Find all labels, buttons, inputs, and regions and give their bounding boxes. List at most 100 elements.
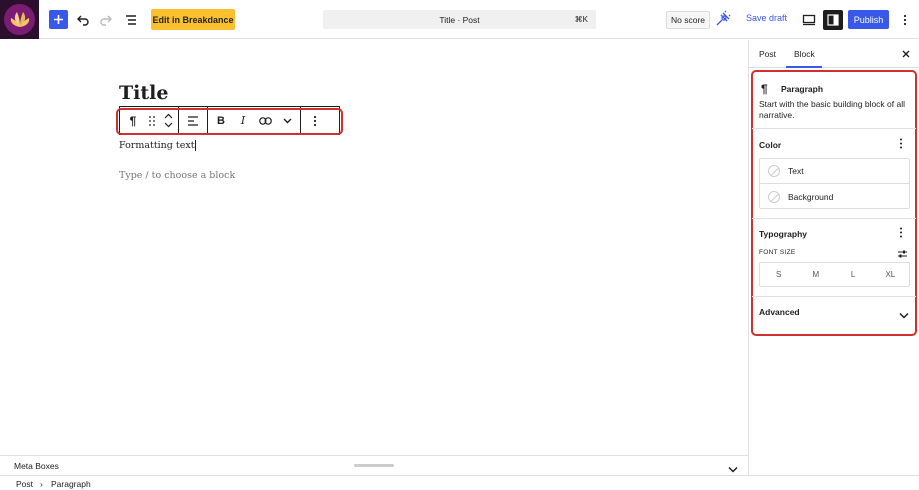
move-block-buttons[interactable]	[160, 107, 176, 134]
pilcrow-icon: ¶	[761, 82, 768, 96]
font-size-s[interactable]: S	[760, 263, 797, 286]
divider	[752, 218, 916, 219]
typography-panel-title[interactable]: Typography	[759, 229, 807, 239]
drag-handle-icon	[149, 115, 155, 126]
command-palette-button[interactable]: Title · Post ⌘K	[323, 10, 596, 29]
paragraph-block[interactable]: Formatting text	[119, 140, 196, 151]
toolbar-group-align	[179, 107, 208, 134]
redo-icon	[100, 15, 112, 26]
redo-button[interactable]	[95, 9, 117, 31]
options-menu-button[interactable]	[897, 11, 913, 29]
advanced-toggle[interactable]	[899, 306, 909, 324]
font-size-xl[interactable]: XL	[872, 263, 909, 286]
drag-handle[interactable]	[144, 107, 160, 134]
kebab-icon	[900, 138, 902, 149]
block-toolbar: ¶ B I	[119, 106, 340, 135]
background-color-button[interactable]: Background	[760, 184, 909, 209]
sidebar-tabs: Post Block	[749, 40, 919, 68]
text-caret	[194, 140, 196, 151]
font-size-l[interactable]: L	[835, 263, 872, 286]
block-appender[interactable]: Type / to choose a block	[119, 170, 235, 181]
divider	[752, 296, 916, 297]
align-button[interactable]	[181, 107, 205, 134]
tab-post[interactable]: Post	[759, 49, 776, 59]
close-icon	[902, 50, 910, 58]
chevron-down-icon[interactable]	[164, 122, 173, 128]
sidebar-icon	[827, 14, 839, 26]
undo-icon	[77, 15, 89, 26]
editor-canvas	[0, 40, 748, 455]
breadcrumb-item-post[interactable]: Post	[16, 479, 33, 489]
list-view-icon	[126, 15, 136, 25]
block-options-button[interactable]	[303, 107, 327, 134]
link-button[interactable]	[254, 107, 276, 134]
block-type-button[interactable]: ¶	[122, 107, 144, 134]
link-icon	[258, 116, 272, 125]
logo-badge	[4, 4, 35, 35]
align-left-icon	[188, 115, 198, 126]
typography-options-button[interactable]	[899, 227, 903, 241]
block-description: Start with the basic building block of a…	[759, 99, 905, 120]
desktop-icon	[802, 14, 816, 26]
font-size-label: FONT SIZE	[759, 249, 796, 256]
breadcrumb-item-paragraph[interactable]: Paragraph	[51, 479, 91, 489]
seo-button[interactable]	[712, 8, 734, 30]
empty-swatch-icon	[768, 165, 780, 177]
close-sidebar-button[interactable]	[899, 47, 913, 61]
kebab-icon	[903, 14, 907, 26]
breadcrumb: Post › Paragraph	[0, 475, 919, 490]
meta-boxes-panel: Meta Boxes	[0, 455, 748, 475]
paragraph-text[interactable]: Formatting text	[119, 140, 195, 151]
background-color-label: Background	[788, 191, 834, 202]
editor-header: Edit in Breakdance Title · Post ⌘K No sc…	[0, 0, 919, 39]
seo-pin-icon	[716, 10, 731, 26]
empty-swatch-icon	[768, 190, 780, 203]
kebab-icon	[313, 115, 317, 126]
breadcrumb-separator-icon: ›	[40, 479, 43, 489]
italic-button[interactable]: I	[232, 107, 254, 134]
toolbar-group-block: ¶	[120, 107, 179, 134]
more-formats-button[interactable]	[276, 107, 298, 134]
site-logo[interactable]	[0, 0, 39, 39]
color-options-button[interactable]	[899, 138, 903, 152]
toolbar-group-options	[301, 107, 329, 134]
color-settings: Text Background	[759, 158, 910, 209]
post-title[interactable]: Title	[119, 82, 168, 104]
kebab-icon	[900, 227, 902, 238]
leaf-logo-icon	[10, 11, 29, 27]
toolbar-group-format: B I	[208, 107, 301, 134]
tab-block[interactable]: Block	[794, 49, 815, 59]
active-tab-indicator	[786, 66, 822, 68]
edit-in-breakdance-button[interactable]: Edit in Breakdance	[151, 9, 235, 30]
publish-button[interactable]: Publish	[848, 10, 889, 29]
bold-button[interactable]: B	[210, 107, 232, 134]
add-block-button[interactable]	[49, 10, 68, 29]
document-title: Title · Post	[439, 14, 480, 25]
color-panel-title[interactable]: Color	[759, 140, 781, 150]
undo-button[interactable]	[72, 9, 94, 31]
bold-icon: B	[217, 114, 225, 127]
pilcrow-icon: ¶	[129, 113, 137, 128]
preview-button[interactable]	[800, 11, 818, 29]
save-draft-button[interactable]: Save draft	[746, 13, 787, 23]
font-size-picker: S M L XL	[759, 262, 910, 287]
text-color-label: Text	[788, 166, 804, 176]
settings-toggle-button[interactable]	[823, 10, 843, 30]
chevron-up-icon[interactable]	[164, 113, 173, 119]
command-shortcut: ⌘K	[574, 15, 588, 24]
chevron-down-icon	[728, 466, 738, 473]
divider	[752, 128, 916, 129]
chevron-down-icon	[283, 118, 291, 123]
settings-sidebar: Post Block ¶ Paragraph Start with the ba…	[748, 40, 919, 475]
plus-icon	[54, 15, 63, 24]
advanced-panel-title[interactable]: Advanced	[759, 307, 800, 317]
document-overview-button[interactable]	[120, 9, 142, 31]
italic-icon: I	[240, 114, 246, 127]
resize-handle[interactable]	[354, 464, 394, 467]
meta-boxes-label: Meta Boxes	[14, 461, 59, 471]
chevron-down-icon	[899, 312, 909, 319]
seo-score-badge[interactable]: No score	[666, 11, 710, 29]
font-size-m[interactable]: M	[797, 263, 834, 286]
block-name: Paragraph	[781, 84, 824, 94]
text-color-button[interactable]: Text	[760, 159, 909, 184]
